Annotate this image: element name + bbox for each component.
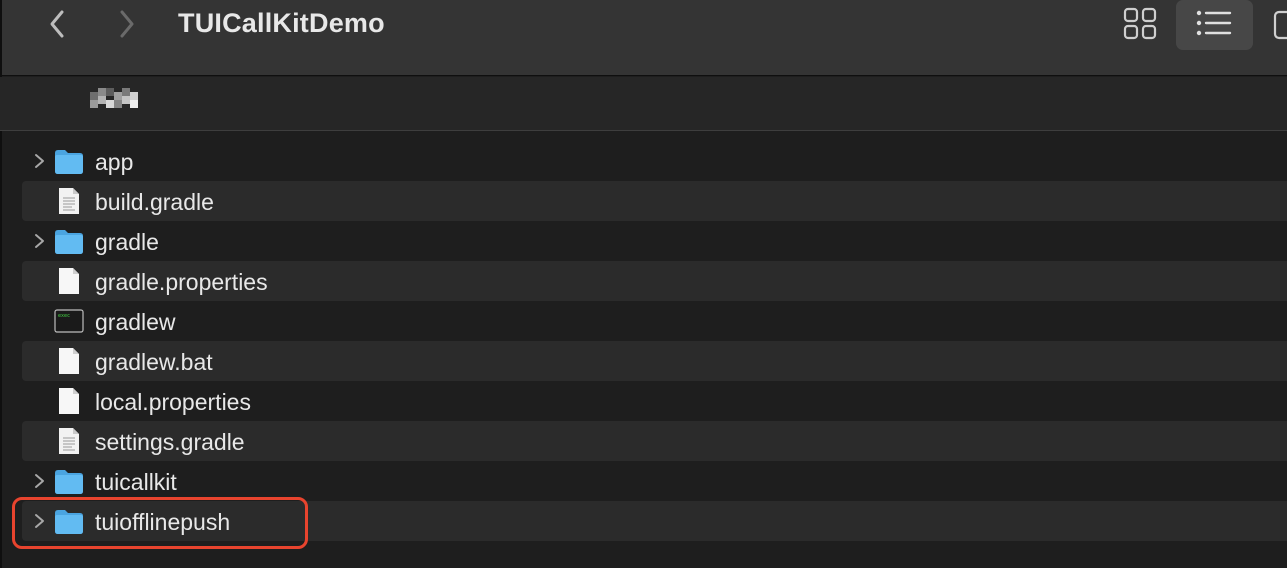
back-button[interactable] (40, 6, 76, 42)
column-view-button[interactable] (1272, 10, 1287, 40)
folder-icon (55, 230, 83, 254)
file-name: tuicallkit (95, 469, 177, 495)
folder-icon (55, 510, 83, 534)
disclosure-chevron-icon[interactable] (32, 473, 46, 489)
icon-view-button[interactable] (1122, 7, 1158, 41)
chevron-left-icon (50, 10, 64, 38)
window-title: TUICallKitDemo (178, 8, 385, 38)
blank-document-icon (59, 348, 79, 374)
list-item[interactable]: gradle.properties (22, 261, 1287, 301)
list-item[interactable]: local.properties (22, 381, 1287, 421)
path-header (0, 77, 1287, 131)
list-item[interactable]: settings.gradle (22, 421, 1287, 461)
blurred-content-icon (90, 88, 138, 108)
list-item[interactable]: tuicallkit (22, 461, 1287, 501)
file-name: gradle.properties (95, 269, 268, 295)
list-item[interactable]: build.gradle (22, 181, 1287, 221)
disclosure-chevron-icon[interactable] (32, 513, 46, 529)
blank-document-icon (59, 268, 79, 294)
blank-document-icon (59, 388, 79, 414)
file-name: gradlew.bat (95, 349, 213, 375)
file-name: build.gradle (95, 189, 214, 215)
file-name: app (95, 149, 134, 175)
toolbar: TUICallKitDemo (0, 0, 1287, 76)
list-view-button[interactable] (1176, 0, 1253, 50)
list-view-icon (1196, 10, 1232, 36)
disclosure-chevron-icon[interactable] (32, 233, 46, 249)
disclosure-chevron-icon[interactable] (32, 153, 46, 169)
document-icon (59, 188, 79, 214)
chevron-right-icon (120, 10, 134, 38)
forward-button[interactable] (110, 6, 146, 42)
file-name: local.properties (95, 389, 251, 415)
svg-text:exec: exec (58, 313, 70, 319)
file-name: gradle (95, 229, 159, 255)
list-item[interactable]: tuiofflinepush (22, 501, 1287, 541)
file-name: settings.gradle (95, 429, 245, 455)
folder-icon (55, 470, 83, 494)
document-icon (59, 428, 79, 454)
folder-icon (55, 150, 83, 174)
file-name: tuiofflinepush (95, 509, 231, 535)
icon-grid-icon (1123, 7, 1157, 40)
column-view-icon (1273, 10, 1287, 40)
list-item[interactable]: gradlew.bat (22, 341, 1287, 381)
terminal-executable-icon: exec (54, 309, 84, 333)
list-item[interactable]: exec gradlew (22, 301, 1287, 341)
file-name: gradlew (95, 309, 176, 335)
list-item[interactable]: gradle (22, 221, 1287, 261)
list-item[interactable]: app (22, 141, 1287, 181)
